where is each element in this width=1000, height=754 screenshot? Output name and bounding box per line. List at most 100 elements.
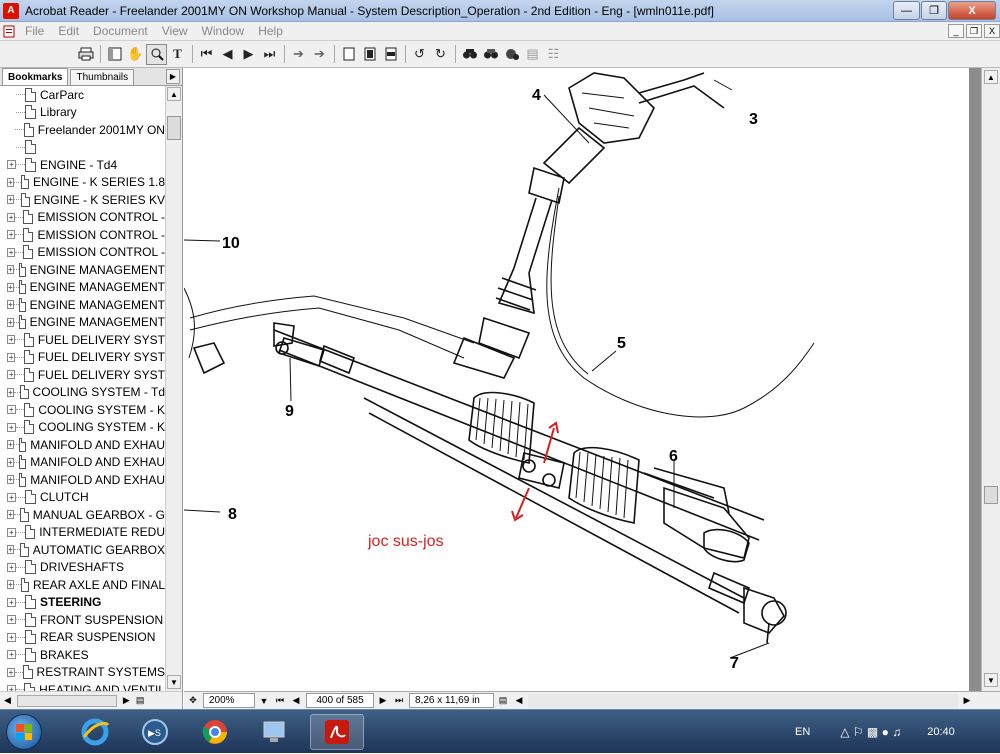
expand-icon[interactable]: + [7, 352, 16, 362]
expand-icon[interactable]: + [7, 545, 14, 555]
bookmark-item[interactable]: + FUEL DELIVERY SYST [0, 331, 165, 349]
expand-icon[interactable]: + [7, 492, 16, 502]
horizontal-scrollbar[interactable] [528, 693, 958, 708]
expand-icon[interactable]: + [7, 247, 16, 257]
bookmark-item[interactable]: + FUEL DELIVERY SYST [0, 366, 165, 384]
expand-icon[interactable]: + [7, 265, 14, 275]
expand-icon[interactable]: + [7, 177, 15, 187]
fit-page-icon[interactable] [359, 44, 380, 65]
bookmark-item[interactable]: + ENGINE MANAGEMENT [0, 279, 165, 297]
bookmark-item[interactable]: + MANIFOLD AND EXHAU [0, 436, 165, 454]
pan-icon[interactable]: ✥ [186, 693, 200, 708]
article-icon[interactable]: ☷ [543, 44, 564, 65]
bookmark-item[interactable]: + ENGINE - Td4 [0, 156, 165, 174]
bookmark-item[interactable]: + ENGINE - K SERIES 1.8 [0, 174, 165, 192]
bookmark-item[interactable]: + EMISSION CONTROL - [0, 226, 165, 244]
internet-explorer-icon[interactable] [68, 714, 122, 750]
go-back-icon[interactable]: ➔ [288, 44, 309, 65]
doc-minimize-button[interactable]: _ [948, 24, 964, 38]
bookmark-item[interactable]: + CLUTCH [0, 489, 165, 507]
expand-icon[interactable]: + [7, 580, 15, 590]
bookmark-item[interactable]: + ENGINE MANAGEMENT [0, 261, 165, 279]
search-icon[interactable] [480, 44, 501, 65]
scroll-right-arrow-icon[interactable]: ▶ [123, 695, 130, 706]
nav-pane-menu-arrow-icon[interactable]: ▶ [166, 69, 180, 84]
bookmark-item[interactable]: + RESTRAINT SYSTEMS [0, 664, 165, 682]
expand-icon[interactable]: + [7, 475, 14, 485]
bookmark-item[interactable]: + COOLING SYSTEM - Td [0, 384, 165, 402]
expand-icon[interactable]: + [7, 650, 16, 660]
minimize-button[interactable]: — [893, 1, 920, 20]
bookmark-item[interactable]: Freelander 2001MY ON [0, 121, 165, 139]
first-page-icon[interactable]: ⏮ [273, 693, 287, 708]
menu-view[interactable]: View [155, 24, 195, 38]
document-vertical-scrollbar[interactable]: ▲ ▼ [981, 68, 1000, 691]
expand-icon[interactable]: + [7, 422, 16, 432]
expand-icon[interactable]: + [7, 195, 15, 205]
bookmark-item[interactable]: + FRONT SUSPENSION [0, 611, 165, 629]
bookmark-item[interactable]: + EMISSION CONTROL - [0, 244, 165, 262]
expand-icon[interactable]: + [7, 457, 14, 467]
scroll-down-arrow-icon[interactable]: ▼ [984, 673, 998, 687]
doc-close-button[interactable]: X [984, 24, 1000, 38]
expand-icon[interactable]: + [7, 667, 16, 677]
scroll-left-arrow-icon[interactable]: ◀ [512, 693, 526, 708]
expand-icon[interactable]: + [7, 230, 16, 240]
media-app-icon[interactable]: ▶S [128, 714, 182, 750]
show-hide-navigation-icon[interactable] [104, 44, 125, 65]
scroll-down-arrow-icon[interactable]: ▼ [167, 675, 181, 689]
find-icon[interactable] [459, 44, 480, 65]
zoom-tool-icon[interactable] [146, 43, 167, 65]
zoom-dropdown-icon[interactable]: ▼ [257, 693, 271, 708]
acrobat-app-icon[interactable]: A [3, 2, 19, 19]
page-layout-icon[interactable]: ▤ [496, 693, 510, 708]
bookmark-item[interactable]: + MANIFOLD AND EXHAU [0, 454, 165, 472]
bookmark-item[interactable]: + BRAKES [0, 646, 165, 664]
options-menu-icon[interactable]: ▤ [136, 695, 145, 706]
tab-thumbnails[interactable]: Thumbnails [70, 69, 135, 85]
bookmark-item[interactable]: + MANIFOLD AND EXHAU [0, 471, 165, 489]
bookmarks-scrollbar[interactable]: ▲ ▼ [165, 86, 182, 691]
bookmark-item[interactable]: + MANUAL GEARBOX - G [0, 506, 165, 524]
expand-icon[interactable]: + [7, 370, 16, 380]
bookmark-item[interactable]: + STEERING [0, 594, 165, 612]
menu-help[interactable]: Help [251, 24, 290, 38]
go-forward-icon[interactable]: ➔ [309, 44, 330, 65]
expand-icon[interactable]: + [7, 562, 16, 572]
clock[interactable]: 20:40 [927, 726, 955, 738]
bookmark-item[interactable]: + ENGINE MANAGEMENT [0, 296, 165, 314]
scroll-right-arrow-icon[interactable]: ▶ [960, 693, 974, 708]
expand-icon[interactable]: + [7, 597, 16, 607]
bookmark-item[interactable]: + ENGINE - K SERIES KV [0, 191, 165, 209]
menu-file[interactable]: File [18, 24, 51, 38]
expand-icon[interactable]: + [7, 212, 16, 222]
maximize-button[interactable]: ❐ [921, 1, 947, 20]
text-select-icon[interactable]: T [167, 44, 188, 65]
document-view[interactable]: 4 3 10 5 9 6 8 7 joc sus-jos [184, 68, 981, 691]
expand-icon[interactable]: + [7, 632, 16, 642]
expand-icon[interactable]: + [7, 527, 16, 537]
next-page-icon[interactable]: ▶ [238, 44, 259, 65]
rotate-left-icon[interactable]: ↺ [409, 44, 430, 65]
bookmark-item[interactable]: + FUEL DELIVERY SYST [0, 349, 165, 367]
close-button[interactable]: X [948, 1, 996, 20]
bookmark-item[interactable]: + REAR AXLE AND FINAL [0, 576, 165, 594]
previous-page-icon[interactable]: ◀ [289, 693, 303, 708]
bookmark-item[interactable]: + INTERMEDIATE REDU [0, 524, 165, 542]
zoom-field[interactable]: 200% [203, 693, 255, 708]
bookmark-item[interactable]: + HEATING AND VENTIL [0, 681, 165, 691]
first-page-icon[interactable]: ⏮ [196, 44, 217, 65]
document-icon[interactable] [0, 25, 18, 38]
expand-icon[interactable]: + [7, 510, 14, 520]
doc-restore-button[interactable]: ❐ [966, 24, 982, 38]
scrollbar-thumb[interactable] [167, 116, 181, 140]
menu-document[interactable]: Document [86, 24, 155, 38]
computer-icon[interactable] [248, 714, 302, 750]
previous-page-icon[interactable]: ◀ [217, 44, 238, 65]
scroll-left-arrow-icon[interactable]: ◀ [4, 695, 11, 706]
expand-icon[interactable]: + [7, 335, 16, 345]
menu-window[interactable]: Window [195, 24, 252, 38]
bookmark-item[interactable] [0, 139, 165, 157]
tab-bookmarks[interactable]: Bookmarks [2, 68, 69, 85]
acrobat-icon[interactable] [310, 714, 364, 750]
